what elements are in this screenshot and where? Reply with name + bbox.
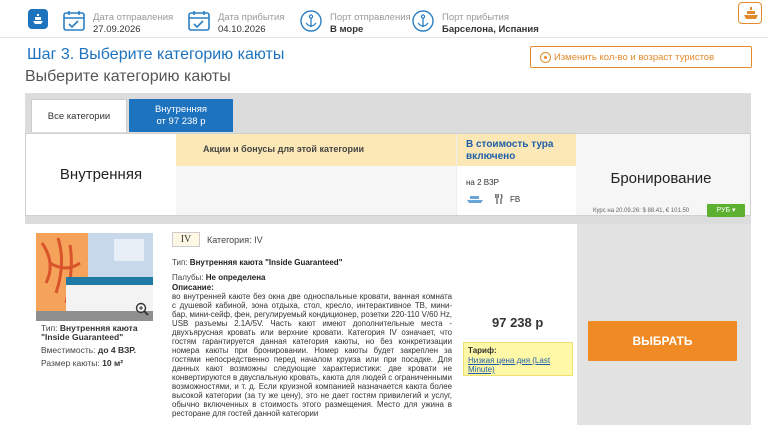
cruise-ship-button[interactable] [738,2,762,24]
trip-info-bar: Дата отправления 27.09.2026 Дата прибыти… [0,0,768,38]
tab-inner-price: от 97 238 р [156,116,206,127]
tab-all-categories[interactable]: Все категории [31,99,127,132]
departure-port-label: Порт отправления [330,12,411,23]
step-subtitle: Выберите категорию каюты [25,68,231,85]
cabin-photo[interactable] [36,233,153,321]
calendar-icon [63,11,85,31]
cabin-type: Тип: Внутренняя каюта "Inside Guaranteed… [41,324,151,342]
change-tourists-label: Изменить кол-во и возраст туристов [554,52,715,63]
description-label: Описание: [172,283,214,292]
included-title: В стоимость тура включено [457,134,577,166]
ship-icon [467,196,483,203]
cutlery-icon [495,194,503,204]
tab-inner-label: Внутренняя [154,104,208,115]
change-tourists-button[interactable]: Изменить кол-во и возраст туристов [530,46,752,68]
desc-deck: Палубы: Не определена [172,273,452,282]
cabin-capacity: Вместимость: до 4 ВЗР. [41,345,136,355]
cabin-description: во внутренней каюте без окна две односпа… [172,292,452,418]
category-code-badge: IV [172,232,200,247]
tariff-label: Тариф: [468,346,497,355]
cabin-size-value: 10 м² [102,358,124,368]
included-icons: FB [466,193,566,205]
category-label: Категория: IV [207,235,263,245]
cabin-capacity-value: до 4 ВЗР. [97,345,137,355]
currency-label: РУБ [716,207,731,214]
cabin-size: Размер каюты: 10 м² [41,358,123,368]
booking-title: Бронирование [610,170,712,187]
settings-icon [540,52,551,63]
ship-icon [744,7,758,19]
tariff-box: Тариф: Низкая цена дня (Last Minute) [463,342,573,376]
desc-type: Тип: Внутренняя каюта "Inside Guaranteed… [172,258,452,267]
select-cabin-button[interactable]: ВЫБРАТЬ [588,321,737,361]
arrival-port-value: Барселона, Испания [442,24,539,35]
ship-icon[interactable] [28,9,48,29]
zoom-icon[interactable] [135,302,149,316]
arrival-date-value: 04.10.2026 [218,24,266,35]
booking-column: Бронирование Курс на 20.09.26: $ 88.41, … [576,134,750,217]
desc-deck-value: Не определена [205,273,266,282]
desc-description-label: Описание: [172,283,452,292]
cabin-category-panel: Все категории Внутренняя от 97 238 р Вну… [25,93,751,425]
tariff-link[interactable]: Низкая цена дня (Last Minute) [468,356,568,375]
step-title: Шаг 3. Выберите категорию каюты [27,46,285,63]
anchor-icon [412,10,434,32]
category-header: Внутренняя Акции и бонусы для этой катег… [25,133,751,217]
cabin-row: Тип: Внутренняя каюта "Inside Guaranteed… [25,224,751,425]
departure-date-label: Дата отправления [93,12,174,23]
tab-inner-cabin[interactable]: Внутренняя от 97 238 р [129,99,233,132]
category-name: Внутренняя [59,166,143,183]
arrival-port-label: Порт прибытия [442,12,509,23]
included-meals: на 2 ВЗР [466,178,499,187]
departure-port-value: В море [330,24,364,35]
desc-deck-label: Палубы: [172,273,204,282]
cabin-size-label: Размер каюты: [41,358,100,368]
included-column: В стоимость тура включено на 2 ВЗР FB [456,134,577,215]
anchor-icon [300,10,322,32]
cabin-price: 97 238 р [492,315,544,330]
departure-date-value: 27.09.2026 [93,24,141,35]
included-fb: FB [510,195,521,204]
desc-type-value: Внутренняя каюта "Inside Guaranteed" [189,258,343,267]
promo-column: Акции и бонусы для этой категории [176,134,456,215]
cabin-capacity-label: Вместимость: [41,345,96,355]
exchange-rate: Курс на 20.09.26: $ 88.41, € 101.50 [593,208,690,214]
arrival-date-label: Дата прибытия [218,12,285,23]
calendar-icon [188,11,210,31]
promo-title: Акции и бонусы для этой категории [176,134,456,166]
desc-type-label: Тип: [172,258,188,267]
currency-select[interactable]: РУБ ▾ [707,204,745,217]
